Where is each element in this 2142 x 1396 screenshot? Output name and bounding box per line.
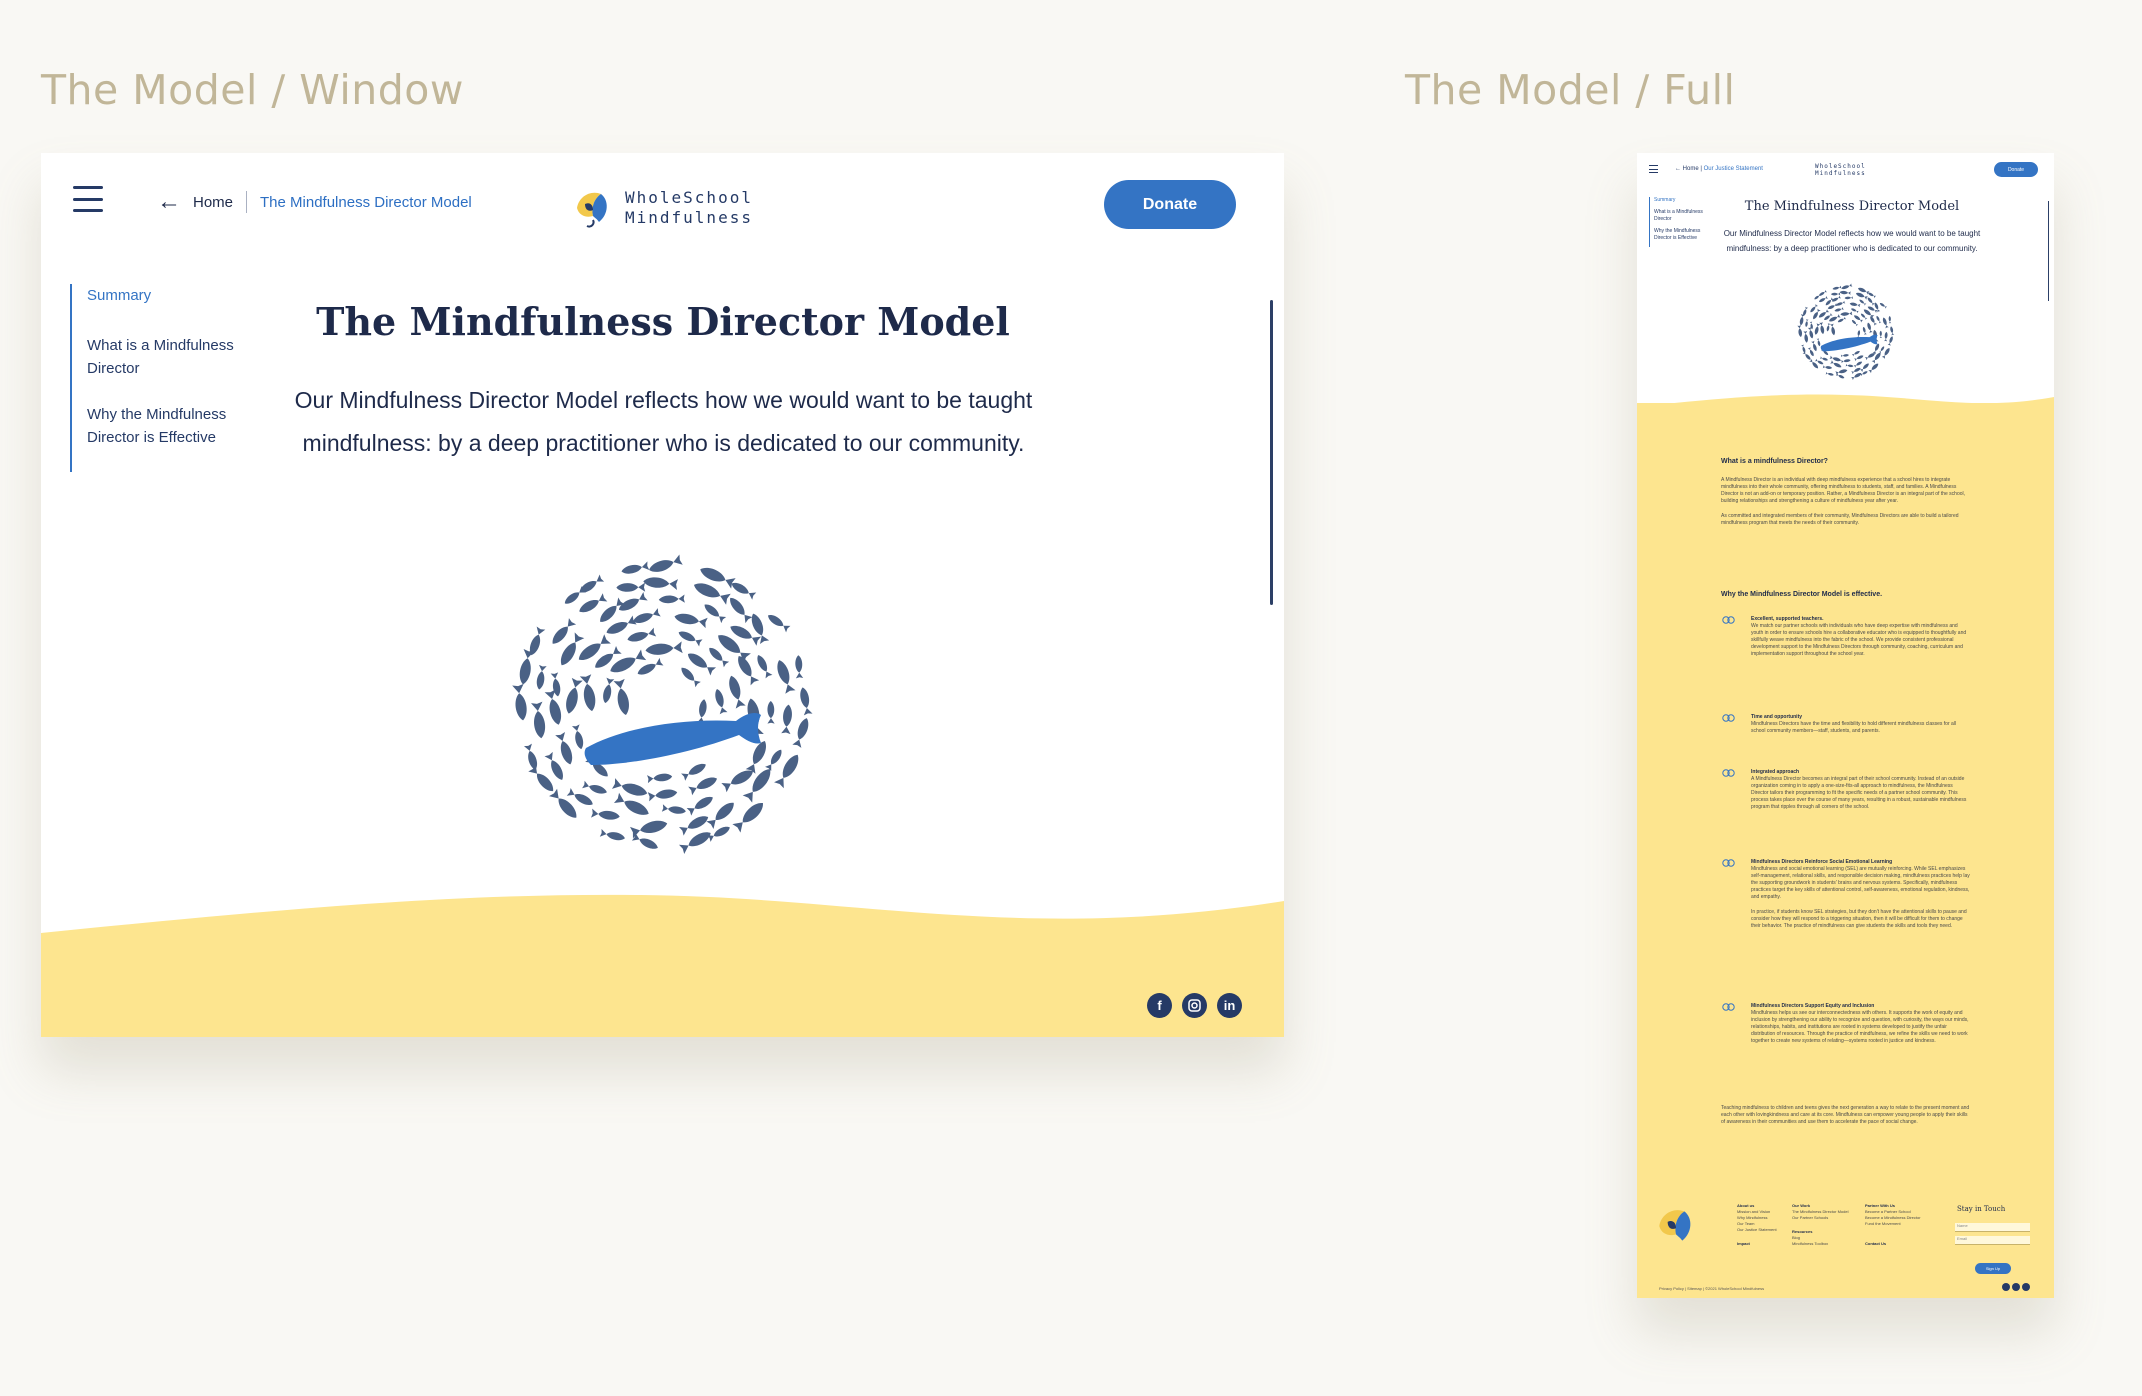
full-benefit-item: Excellent, supported teachers. We match … (1721, 616, 1971, 658)
breadcrumb-current[interactable]: The Mindfulness Director Model (260, 194, 472, 211)
full-toc-item-summary[interactable]: Summary (1654, 197, 1705, 204)
footer-link[interactable]: Mindfulness Toolbox (1792, 1241, 1848, 1247)
instagram-icon[interactable] (1182, 993, 1207, 1018)
footer-col-partner: Partner With Us Become a Partner School … (1865, 1203, 1921, 1247)
footer-logo-icon (1659, 1210, 1691, 1241)
breadcrumb-home[interactable]: Home (193, 194, 233, 211)
breadcrumb: ← Home The Mindfulness Director Model (157, 190, 472, 214)
hamburger-menu-icon[interactable] (73, 186, 103, 212)
full-benefit-item: Mindfulness Directors Support Equity and… (1721, 1003, 1971, 1045)
rings-icon (1722, 769, 1735, 777)
page-title: The Mindfulness Director Model (316, 299, 1010, 344)
full-site-logo[interactable]: WholeSchool Mindfulness (1815, 163, 1866, 177)
instagram-icon[interactable] (2012, 1283, 2020, 1291)
full-scrollbar[interactable] (2048, 201, 2049, 301)
site-logo[interactable]: WholeSchool Mindfulness (571, 186, 753, 230)
footer-link[interactable]: Our Partner Schools (1792, 1215, 1848, 1221)
footer-col-about: About us Mission and Vision Why Mindfuln… (1737, 1203, 1777, 1247)
benefit-title: Mindfulness Directors Support Equity and… (1751, 1003, 1875, 1009)
scrollbar[interactable] (1270, 300, 1273, 605)
social-links: f in (1147, 993, 1242, 1018)
linkedin-icon[interactable]: in (1217, 993, 1242, 1018)
sign-up-button[interactable]: Sign Up (1975, 1263, 2011, 1274)
full-logo-line-2: Mindfulness (1815, 170, 1866, 177)
full-section1-p1: A Mindfulness Director is an individual … (1721, 477, 1966, 504)
full-benefit-item: Mindfulness Directors Reinforce Social E… (1721, 859, 1971, 930)
full-benefit-item: Integrated approach A Mindfulness Direct… (1721, 769, 1971, 811)
full-social-links (2002, 1283, 2030, 1291)
full-closing: Teaching mindfulness to children and tee… (1721, 1105, 1971, 1134)
board-title-window: The Model / Window (41, 66, 464, 114)
full-footer: About us Mission and Vision Why Mindfuln… (1637, 1193, 2054, 1298)
fish-school-illustration (512, 554, 813, 855)
arrow-left-icon[interactable]: ← (157, 190, 181, 214)
full-closing-text: Teaching mindfulness to children and tee… (1721, 1105, 1970, 1125)
benefit-body: Mindfulness Directors have the time and … (1751, 721, 1957, 734)
legal-links[interactable]: Privacy Policy | Sitemap | ©2021 WholeSc… (1659, 1286, 1764, 1291)
full-breadcrumb: ← Home | Our Justice Statement (1675, 166, 1763, 172)
full-donate-button[interactable]: Donate (1994, 162, 2038, 177)
board-title-full: The Model / Full (1405, 66, 1736, 114)
name-field[interactable]: Name (1955, 1223, 2030, 1232)
benefit-title: Time and opportunity (1751, 714, 1803, 720)
footer-col-work: Our Work The Mindfulness Director Model … (1792, 1203, 1848, 1247)
full-toc-item-why-effective[interactable]: Why the Mindfulness Director is Effectiv… (1654, 228, 1705, 242)
benefit-body-2: In practice, if students know SEL strate… (1751, 909, 1967, 929)
facebook-icon[interactable] (2002, 1283, 2010, 1291)
rings-icon (1722, 1003, 1735, 1011)
full-table-of-contents: Summary What is a Mindfulness Director W… (1649, 197, 1705, 247)
logo-line-2: Mindfulness (625, 208, 753, 227)
full-section2-heading: Why the Mindfulness Director Model is ef… (1721, 591, 1883, 598)
full-fish-school-illustration (1797, 283, 1895, 381)
logo-line-1: WholeSchool (625, 188, 753, 207)
footer-wave (41, 894, 1284, 1037)
footer-link[interactable]: Fund the Movement (1865, 1221, 1921, 1227)
full-breadcrumb-home[interactable]: Home (1683, 166, 1699, 172)
footer-link[interactable]: Our Justice Statement (1737, 1227, 1777, 1233)
benefit-body: We match our partner schools with indivi… (1751, 623, 1967, 657)
benefit-body: Mindfulness helps us see our interconnec… (1751, 1010, 1969, 1044)
full-content-area (1637, 403, 2054, 1298)
benefit-body: Mindfulness and social emotional learnin… (1751, 866, 1970, 900)
stay-in-touch-heading: Stay in Touch (1957, 1205, 2006, 1213)
page-lead: Our Mindfulness Director Model reflects … (294, 387, 1033, 456)
breadcrumb-divider (246, 191, 248, 213)
table-of-contents: Summary What is a Mindfulness Director W… (70, 284, 250, 472)
benefit-title: Excellent, supported teachers. (1751, 616, 1824, 622)
donate-button[interactable]: Donate (1104, 180, 1236, 229)
rings-icon (1722, 616, 1735, 624)
email-field[interactable]: Email (1955, 1236, 2030, 1245)
footer-impact-link[interactable]: Impact (1737, 1241, 1777, 1247)
full-benefit-item: Time and opportunity Mindfulness Directo… (1721, 714, 1971, 735)
full-page-lead: Our Mindfulness Director Model reflects … (1723, 229, 1981, 253)
benefit-title: Integrated approach (1751, 769, 1800, 775)
full-hamburger-menu-icon[interactable] (1649, 165, 1658, 173)
toc-item-why-effective[interactable]: Why the Mindfulness Director is Effectiv… (87, 403, 250, 449)
facebook-icon[interactable]: f (1147, 993, 1172, 1018)
benefit-body: A Mindfulness Director becomes an integr… (1751, 776, 1967, 810)
full-section1-p2: As committed and integrated members of t… (1721, 513, 1959, 526)
full-breadcrumb-current[interactable]: Our Justice Statement (1704, 166, 1763, 172)
linkedin-icon[interactable] (2022, 1283, 2030, 1291)
window-frame: ← Home The Mindfulness Director Model Wh… (41, 153, 1284, 1037)
full-page-preview: ← Home | Our Justice Statement WholeScho… (1637, 153, 2054, 1298)
rings-icon (1722, 859, 1735, 867)
logo-mark-icon (574, 189, 612, 228)
full-section-why: Why the Mindfulness Director Model is ef… (1721, 591, 1971, 610)
full-section1-heading: What is a mindfulness Director? (1721, 458, 1828, 465)
full-logo-line-1: WholeSchool (1815, 163, 1866, 170)
rings-icon (1722, 714, 1735, 722)
benefit-title: Mindfulness Directors Reinforce Social E… (1751, 859, 1893, 865)
full-toc-item-what-is[interactable]: What is a Mindfulness Director (1654, 209, 1705, 223)
footer-contact-link[interactable]: Contact Us (1865, 1241, 1921, 1247)
full-page-title: The Mindfulness Director Model (1744, 199, 1960, 214)
full-section-what-is: What is a mindfulness Director? A Mindfu… (1721, 458, 1971, 535)
